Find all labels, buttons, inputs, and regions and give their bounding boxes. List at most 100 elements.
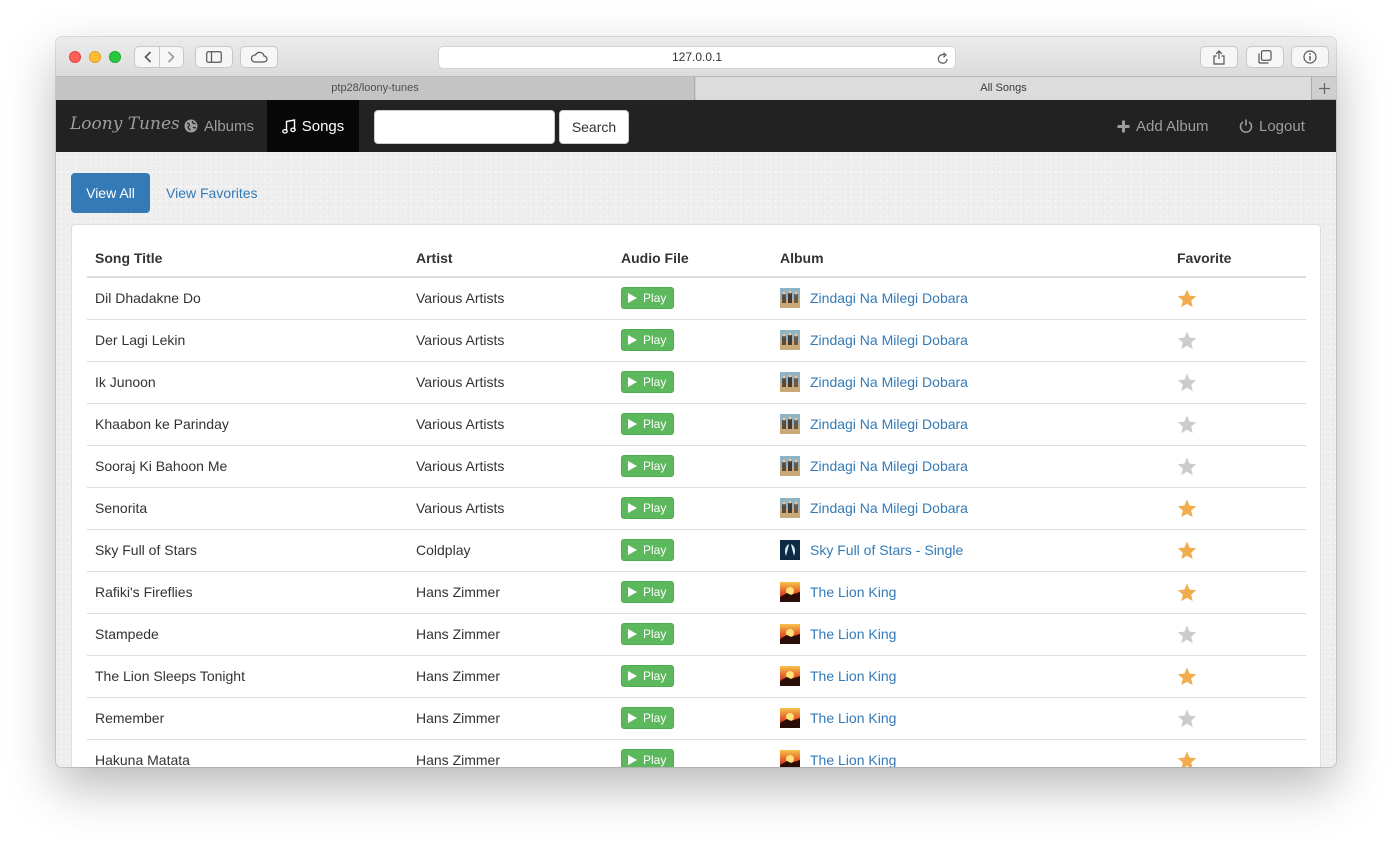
play-button[interactable]: Play xyxy=(621,539,675,561)
album-link[interactable]: Zindagi Na Milegi Dobara xyxy=(810,374,968,390)
browser-tab-github[interactable]: ptp28/loony-tunes xyxy=(56,77,695,100)
album-cover-thumbnail[interactable] xyxy=(780,456,800,476)
icloud-tabs-button[interactable] xyxy=(240,46,278,68)
play-button[interactable]: Play xyxy=(621,287,675,310)
favorite-cell xyxy=(1169,277,1306,319)
favorite-star-icon[interactable] xyxy=(1177,583,1298,602)
favorite-star-icon[interactable] xyxy=(1177,751,1298,767)
album-link[interactable]: The Lion King xyxy=(810,710,896,726)
song-title: Senorita xyxy=(87,486,408,529)
song-title: Der Lagi Lekin xyxy=(87,318,408,361)
album-cover-thumbnail[interactable] xyxy=(780,624,800,644)
album-link[interactable]: The Lion King xyxy=(810,626,896,642)
album-link[interactable]: Zindagi Na Milegi Dobara xyxy=(810,416,968,432)
search-button[interactable]: Search xyxy=(559,110,629,144)
close-window-button[interactable] xyxy=(69,51,81,63)
album-cell: Zindagi Na Milegi Dobara xyxy=(772,360,1169,403)
album-cover-thumbnail[interactable] xyxy=(780,414,800,434)
nav-logout-label: Logout xyxy=(1259,117,1305,135)
nav-songs[interactable]: Songs xyxy=(267,100,359,152)
album-cover-thumbnail[interactable] xyxy=(780,372,800,392)
album-link[interactable]: The Lion King xyxy=(810,752,896,767)
audio-file-cell: Play xyxy=(613,318,772,361)
song-artist: Hans Zimmer xyxy=(408,696,613,739)
browser-tab-all-songs[interactable]: All Songs xyxy=(696,77,1311,100)
album-link[interactable]: Sky Full of Stars - Single xyxy=(810,542,963,558)
zoom-window-button[interactable] xyxy=(109,51,121,63)
favorite-star-icon[interactable] xyxy=(1177,541,1298,560)
view-all-tab[interactable]: View All xyxy=(71,173,150,213)
favorite-star-icon[interactable] xyxy=(1177,625,1298,644)
play-button[interactable]: Play xyxy=(621,707,675,729)
favorite-cell xyxy=(1169,654,1306,697)
favorite-star-icon[interactable] xyxy=(1177,457,1298,476)
play-button[interactable]: Play xyxy=(621,665,675,687)
play-button[interactable]: Play xyxy=(621,623,675,645)
play-button[interactable]: Play xyxy=(621,413,675,435)
table-row: Rafiki's Fireflies Hans Zimmer Play The … xyxy=(87,570,1306,613)
info-button[interactable] xyxy=(1291,46,1329,68)
play-button[interactable]: Play xyxy=(621,749,675,767)
favorite-star-icon[interactable] xyxy=(1177,499,1298,518)
song-artist: Various Artists xyxy=(408,402,613,445)
album-cover-thumbnail[interactable] xyxy=(780,750,800,767)
album-cover-thumbnail[interactable] xyxy=(780,330,800,350)
new-tab-button[interactable] xyxy=(1311,77,1336,100)
album-link[interactable]: The Lion King xyxy=(810,584,896,600)
favorite-star-icon[interactable] xyxy=(1177,667,1298,686)
plus-icon xyxy=(1117,120,1130,132)
share-button[interactable] xyxy=(1200,46,1238,68)
favorite-star-icon[interactable] xyxy=(1177,415,1298,434)
tab-overview-button[interactable] xyxy=(1246,46,1284,68)
favorite-star-icon[interactable] xyxy=(1177,331,1298,350)
song-title: Hakuna Matata xyxy=(87,738,408,767)
play-button[interactable]: Play xyxy=(621,497,675,519)
play-button[interactable]: Play xyxy=(621,455,675,477)
album-cover-thumbnail[interactable] xyxy=(780,582,800,602)
table-row: Ik Junoon Various Artists Play Zindagi N… xyxy=(87,360,1306,403)
play-button[interactable]: Play xyxy=(621,329,675,351)
play-label: Play xyxy=(643,333,667,347)
album-cover-thumbnail[interactable] xyxy=(780,708,800,728)
reload-icon xyxy=(937,52,948,64)
play-button[interactable]: Play xyxy=(621,371,675,393)
power-icon xyxy=(1239,119,1253,133)
album-link[interactable]: Zindagi Na Milegi Dobara xyxy=(810,458,968,474)
sidebar-toggle-button[interactable] xyxy=(195,46,233,68)
favorite-cell xyxy=(1169,696,1306,739)
album-link[interactable]: Zindagi Na Milegi Dobara xyxy=(810,500,968,516)
album-cover-thumbnail[interactable] xyxy=(780,498,800,518)
nav-logout[interactable]: Logout xyxy=(1239,100,1305,152)
song-artist: Coldplay xyxy=(408,528,613,571)
search-input[interactable] xyxy=(374,110,555,144)
album-cover-thumbnail[interactable] xyxy=(780,540,800,560)
album-link[interactable]: The Lion King xyxy=(810,668,896,684)
cloud-icon xyxy=(250,51,268,63)
brand-logo[interactable]: Loony Tunes xyxy=(70,114,180,134)
play-label: Play xyxy=(643,501,667,515)
album-cell: The Lion King xyxy=(772,612,1169,655)
album-cover-thumbnail[interactable] xyxy=(780,288,800,309)
play-button[interactable]: Play xyxy=(621,581,675,603)
favorite-star-icon[interactable] xyxy=(1177,373,1298,392)
favorite-star-icon[interactable] xyxy=(1177,709,1298,728)
address-bar[interactable]: 127.0.0.1 xyxy=(438,46,956,69)
play-icon xyxy=(628,461,637,471)
back-forward-buttons xyxy=(134,46,184,68)
back-button[interactable] xyxy=(135,47,160,67)
nav-albums[interactable]: Albums xyxy=(184,100,254,152)
forward-button[interactable] xyxy=(158,47,183,67)
plus-icon xyxy=(1318,83,1330,94)
song-artist: Various Artists xyxy=(408,360,613,403)
favorite-cell xyxy=(1169,528,1306,571)
share-icon xyxy=(1213,49,1225,65)
favorite-cell xyxy=(1169,444,1306,487)
view-favorites-tab[interactable]: View Favorites xyxy=(166,173,258,213)
album-link[interactable]: Zindagi Na Milegi Dobara xyxy=(810,290,968,306)
album-link[interactable]: Zindagi Na Milegi Dobara xyxy=(810,332,968,348)
favorite-star-icon[interactable] xyxy=(1177,289,1298,308)
album-cover-thumbnail[interactable] xyxy=(780,666,800,686)
reload-button[interactable] xyxy=(937,51,949,72)
minimize-window-button[interactable] xyxy=(89,51,101,63)
nav-add-album[interactable]: Add Album xyxy=(1117,100,1209,152)
